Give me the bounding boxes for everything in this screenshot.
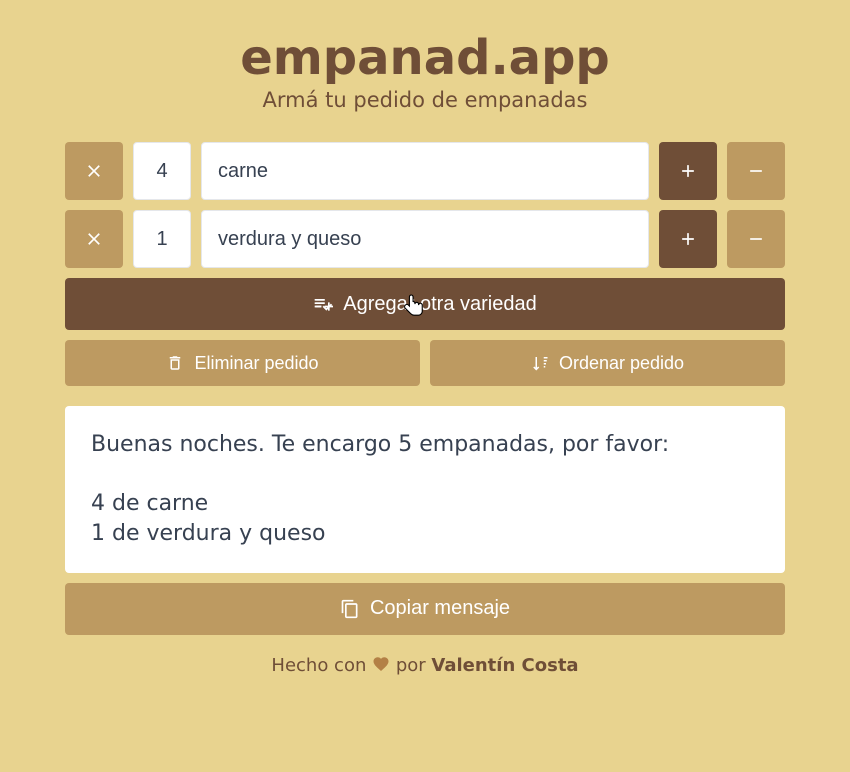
quantity-input[interactable]: [133, 142, 191, 200]
sort-icon: [531, 354, 549, 372]
close-icon: [84, 161, 104, 181]
footer-prefix: Hecho con: [271, 655, 372, 676]
footer: Hecho con por Valentín Costa: [65, 655, 785, 676]
remove-row-button[interactable]: [65, 142, 123, 200]
order-row: [65, 210, 785, 268]
playlist-add-icon: [313, 294, 333, 314]
page-title: empanad.app: [65, 30, 785, 86]
clear-order-label: Eliminar pedido: [194, 353, 318, 374]
minus-icon: [746, 229, 766, 249]
add-variety-button[interactable]: Agregar otra variedad: [65, 278, 785, 330]
generated-message: Buenas noches. Te encargo 5 empanadas, p…: [65, 406, 785, 573]
page-subtitle: Armá tu pedido de empanadas: [65, 88, 785, 112]
decrement-button[interactable]: [727, 210, 785, 268]
copy-message-label: Copiar mensaje: [370, 597, 510, 620]
copy-message-button[interactable]: Copiar mensaje: [65, 583, 785, 635]
increment-button[interactable]: [659, 142, 717, 200]
decrement-button[interactable]: [727, 142, 785, 200]
order-row: [65, 142, 785, 200]
heart-icon: [372, 655, 390, 673]
remove-row-button[interactable]: [65, 210, 123, 268]
quantity-input[interactable]: [133, 210, 191, 268]
footer-mid: por: [390, 655, 431, 676]
plus-icon: [678, 161, 698, 181]
close-icon: [84, 229, 104, 249]
copy-icon: [340, 599, 360, 619]
add-variety-label: Agregar otra variedad: [343, 293, 536, 316]
plus-icon: [678, 229, 698, 249]
sort-order-button[interactable]: Ordenar pedido: [430, 340, 785, 386]
increment-button[interactable]: [659, 210, 717, 268]
trash-icon: [166, 354, 184, 372]
clear-order-button[interactable]: Eliminar pedido: [65, 340, 420, 386]
sort-order-label: Ordenar pedido: [559, 353, 684, 374]
header: empanad.app Armá tu pedido de empanadas: [65, 30, 785, 112]
variety-input[interactable]: [201, 142, 649, 200]
variety-input[interactable]: [201, 210, 649, 268]
minus-icon: [746, 161, 766, 181]
footer-author[interactable]: Valentín Costa: [431, 655, 578, 676]
